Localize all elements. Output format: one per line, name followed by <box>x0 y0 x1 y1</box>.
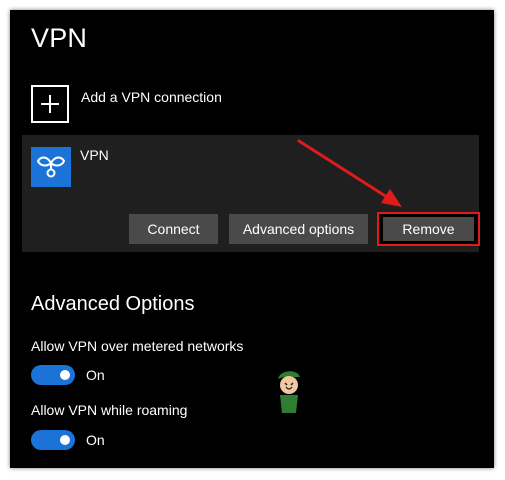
roaming-state: On <box>86 432 105 448</box>
page-title: VPN <box>31 23 88 53</box>
advanced-options-button[interactable]: Advanced options <box>229 214 368 244</box>
toggle-knob <box>60 370 70 380</box>
roaming-toggle[interactable] <box>31 430 75 450</box>
metered-networks-state: On <box>86 367 105 383</box>
vpn-connection-name: VPN <box>80 147 109 163</box>
connect-button[interactable]: Connect <box>129 214 218 244</box>
roaming-label: Allow VPN while roaming <box>31 402 188 418</box>
plus-icon <box>31 85 69 123</box>
metered-networks-toggle[interactable] <box>31 365 75 385</box>
add-vpn-connection-label: Add a VPN connection <box>81 89 222 105</box>
toggle-knob <box>60 435 70 445</box>
remove-button-label: Remove <box>383 217 474 241</box>
advanced-options-heading: Advanced Options <box>31 293 195 315</box>
mascot-watermark-icon <box>278 371 300 413</box>
add-vpn-connection-button[interactable]: Add a VPN connection <box>31 85 291 127</box>
settings-window: VPN Add a VPN connection VPN Connect Adv… <box>10 10 494 468</box>
remove-button[interactable]: Remove <box>377 212 480 246</box>
vpn-icon <box>31 147 71 187</box>
vpn-connection-item[interactable]: VPN Connect Advanced options Remove <box>22 135 480 252</box>
metered-networks-label: Allow VPN over metered networks <box>31 338 244 354</box>
